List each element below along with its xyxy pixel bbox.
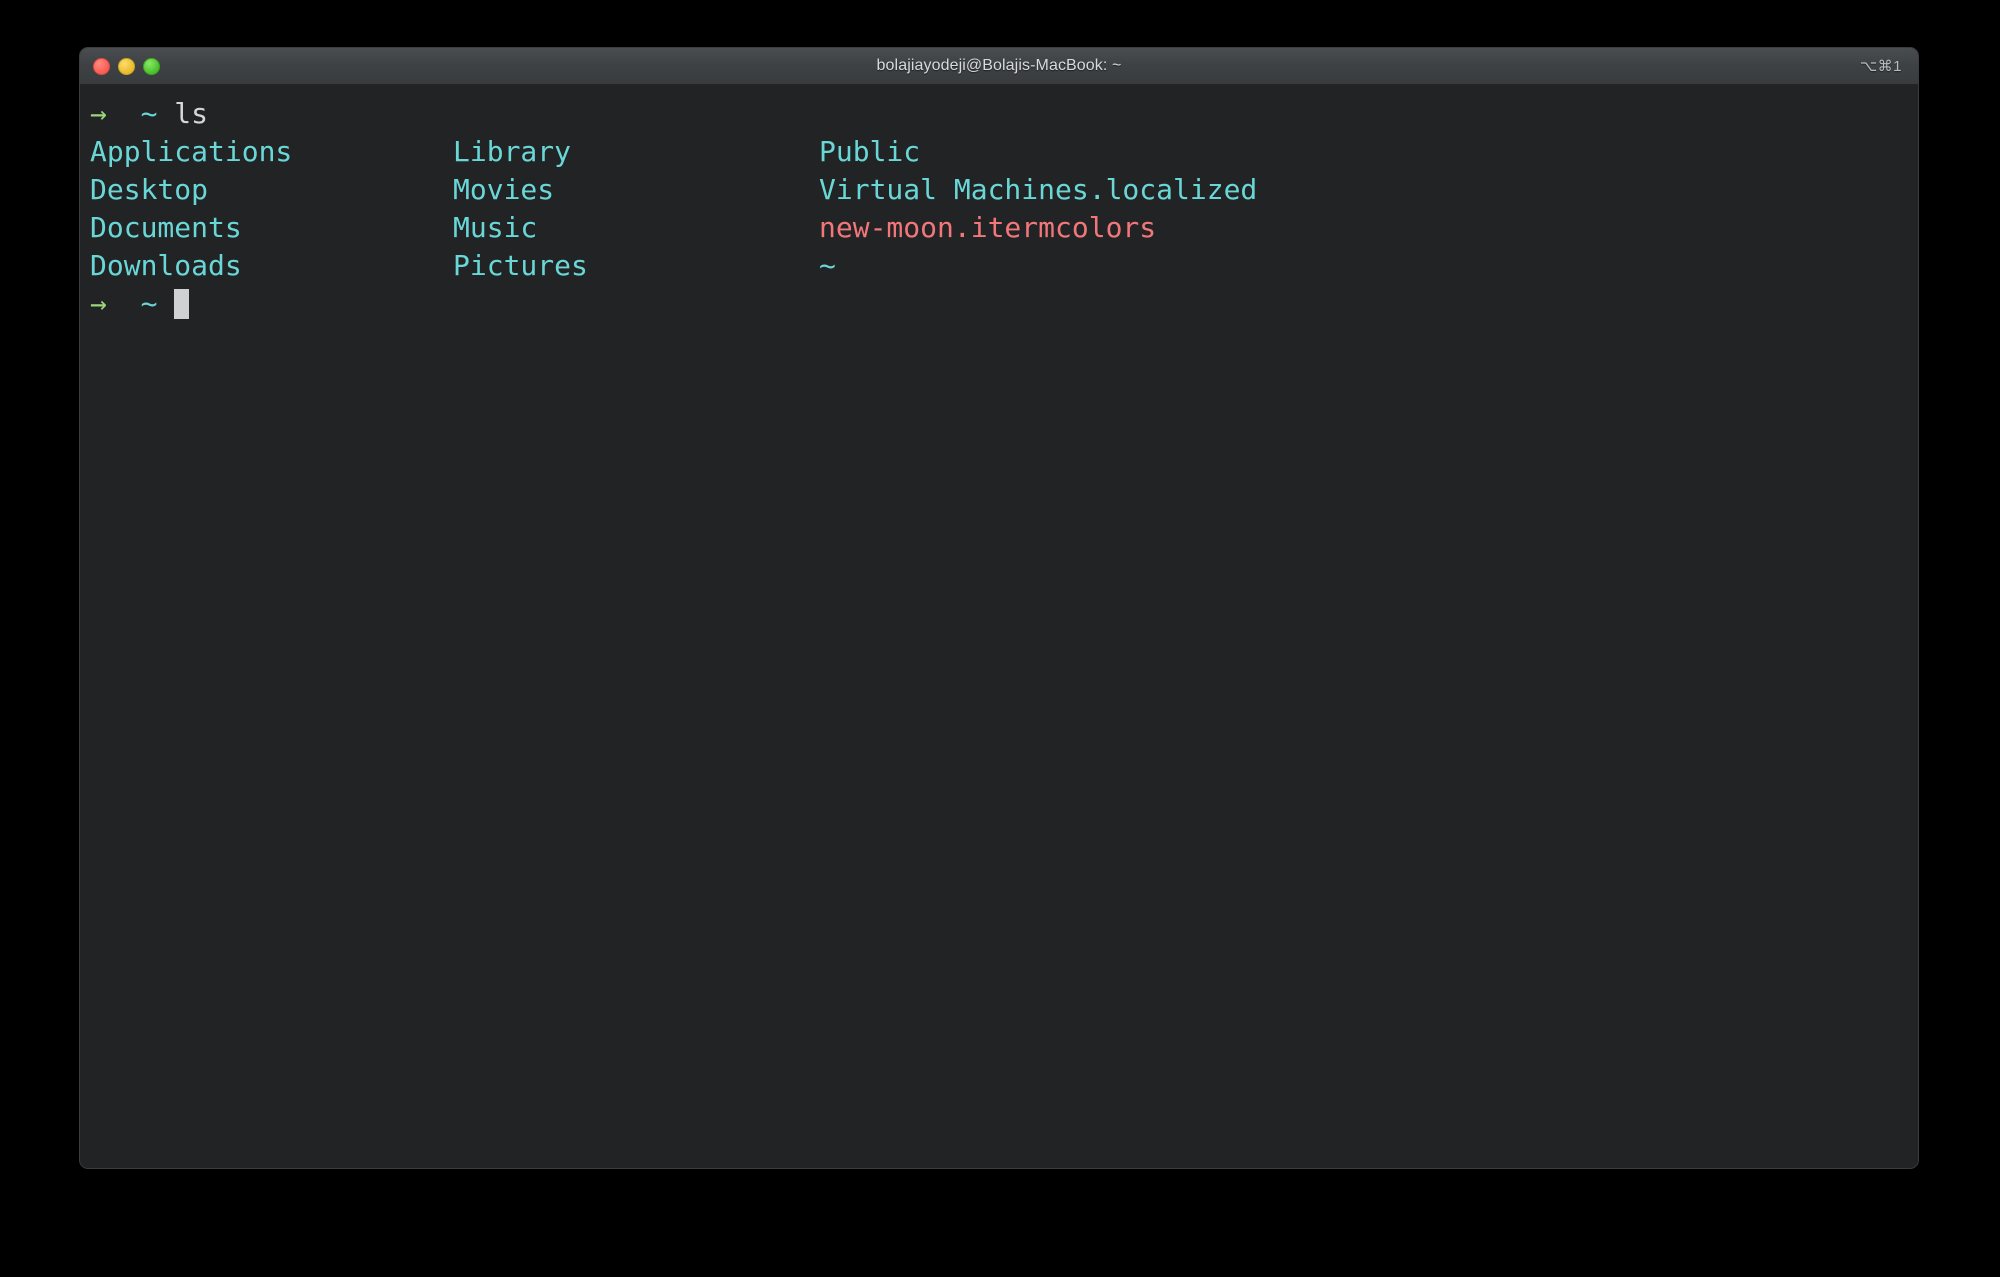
- prompt-path-text: ~: [140, 97, 158, 130]
- ls-entry: Music: [453, 211, 538, 244]
- terminal-command-line: → ~ ls: [90, 95, 1918, 133]
- prompt-arrow-icon: →: [90, 97, 107, 130]
- text-cursor[interactable]: [174, 289, 190, 319]
- ls-entry: Virtual Machines.localized: [819, 173, 1258, 206]
- maximize-window-button[interactable]: [143, 57, 160, 75]
- command-line-content: → ~ ls: [90, 95, 208, 133]
- minimize-window-button[interactable]: [118, 57, 135, 75]
- ls-entry: new-moon.itermcolors: [819, 211, 1157, 244]
- ls-entry: Applications: [90, 135, 293, 168]
- ls-entry: Movies: [453, 173, 555, 206]
- ls-output-row: Downloads Pictures ~: [90, 247, 1918, 285]
- ls-entry: Public: [819, 135, 921, 168]
- terminal-window[interactable]: bolajiayodeji@Bolajis-MacBook: ~ ⌥⌘1 → ~…: [79, 47, 1919, 1169]
- ls-entry: Documents: [90, 211, 242, 244]
- ls-entry: Pictures: [453, 249, 588, 282]
- ls-entry: Library: [453, 135, 572, 168]
- prompt-command-text: ls: [174, 97, 209, 130]
- prompt-spacer-1: [107, 285, 141, 323]
- ls-output-row: Desktop Movies Virtual Machines.localize…: [90, 171, 1918, 209]
- active-prompt-content: → ~: [90, 285, 190, 323]
- prompt-spacer-2: [157, 95, 174, 133]
- traffic-light-controls: [93, 48, 160, 84]
- close-window-button[interactable]: [93, 57, 110, 75]
- desktop-background: bolajiayodeji@Bolajis-MacBook: ~ ⌥⌘1 → ~…: [0, 0, 2000, 1277]
- window-title-text: bolajiayodeji@Bolajis-MacBook: ~: [876, 57, 1122, 74]
- ls-entry: Downloads: [90, 249, 242, 282]
- prompt-path-text: ~: [140, 287, 158, 320]
- prompt-spacer-2: [157, 285, 174, 323]
- terminal-output-area[interactable]: → ~ ls Applications Library Public Deskt…: [80, 85, 1918, 1168]
- prompt-arrow-icon: →: [90, 287, 107, 320]
- window-shortcut-badge: ⌥⌘1: [1859, 58, 1902, 75]
- prompt-spacer-1: [107, 95, 141, 133]
- ls-output-row: Documents Music new-moon.itermcolors: [90, 209, 1918, 247]
- ls-output-row: Applications Library Public: [90, 133, 1918, 171]
- ls-entry: ~: [819, 249, 836, 282]
- window-title-bar[interactable]: bolajiayodeji@Bolajis-MacBook: ~ ⌥⌘1: [80, 48, 1918, 85]
- ls-entry: Desktop: [90, 173, 209, 206]
- terminal-active-prompt[interactable]: → ~: [90, 285, 1918, 323]
